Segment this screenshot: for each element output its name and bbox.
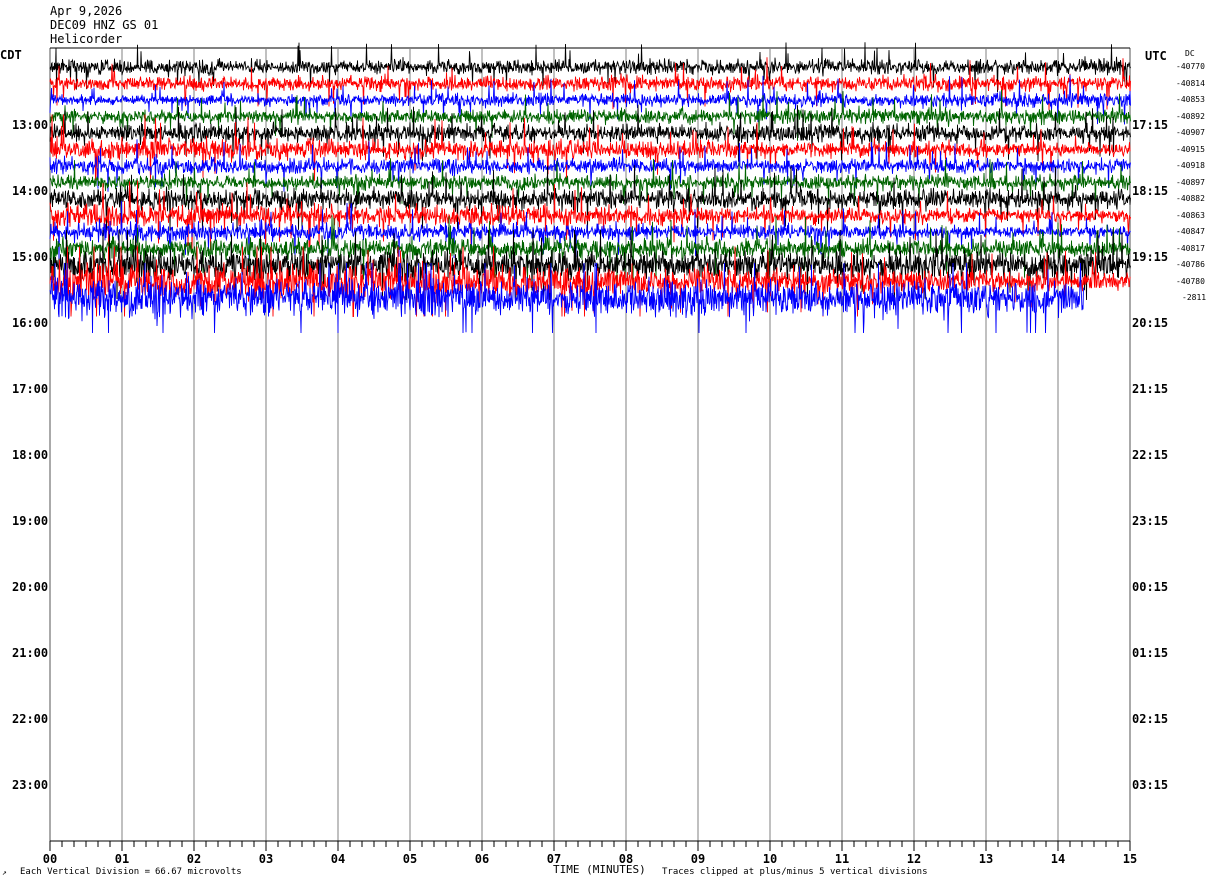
dc-offset-label: -40907 [1176, 128, 1205, 137]
x-tick-label: 06 [475, 852, 489, 866]
x-tick-label: 14 [1051, 852, 1065, 866]
seismic-traces [49, 42, 1131, 334]
x-tick-label: 13 [979, 852, 993, 866]
x-tick-label: 09 [691, 852, 705, 866]
clip-note: Traces clipped at plus/minus 5 vertical … [662, 867, 928, 877]
left-hour-label: 15:00 [12, 250, 49, 264]
dc-offset-label: -40897 [1176, 177, 1205, 187]
left-hour-label: 17:00 [12, 382, 49, 396]
scale-label: Each Vertical Division = [20, 867, 151, 877]
network-label: Helicorder [50, 32, 123, 46]
right-hour-label: 18:15 [1132, 184, 1169, 198]
left-hour-label: 13:00 [12, 118, 49, 132]
right-hour-label: 22:15 [1132, 448, 1169, 462]
right-hour-label: 21:15 [1132, 382, 1169, 396]
x-tick-label: 02 [187, 852, 201, 866]
dc-offset-label: -40882 [1176, 194, 1205, 203]
right-hour-label: 03:15 [1132, 778, 1169, 792]
left-hour-label: 16:00 [12, 316, 49, 330]
seismic-trace-line [49, 165, 1131, 233]
dc-offset-header: DC [1185, 49, 1195, 58]
left-timezone-label: CDT [0, 48, 22, 62]
dc-offset-label: -40814 [1176, 78, 1205, 88]
scale-icon: ↗ [2, 868, 7, 877]
right-hour-label: 02:15 [1132, 712, 1169, 726]
left-hour-label: 22:00 [12, 712, 49, 726]
dc-offset-label: -40780 [1176, 276, 1205, 286]
left-hour-label: 23:00 [12, 778, 49, 792]
plot-date: Apr 9,2026 [50, 4, 123, 18]
right-hour-label: 19:15 [1132, 250, 1169, 264]
right-hour-label: 23:15 [1132, 514, 1169, 528]
helicorder-plot: 00 01 02 03 04 05 06 07 08 09 10 11 12 13 14 15 [43, 42, 1137, 866]
right-hour-label: 01:15 [1132, 646, 1169, 660]
scale-value: 66.67 microvolts [155, 867, 242, 877]
dc-offset-label: -40770 [1176, 62, 1205, 71]
seismic-trace-line [49, 180, 1131, 251]
dc-offset-label: -40892 [1176, 111, 1205, 121]
left-hour-label: 20:00 [12, 580, 49, 594]
right-hour-label: 00:15 [1132, 580, 1169, 594]
x-tick-label: 12 [907, 852, 921, 866]
x-tick-label: 00 [43, 852, 57, 866]
left-hour-label: 18:00 [12, 448, 49, 462]
dc-offset-label: -40918 [1176, 161, 1205, 170]
dc-offset-label: -40853 [1176, 95, 1205, 104]
x-tick-label: 04 [331, 852, 345, 866]
right-hour-label: 20:15 [1132, 316, 1169, 330]
x-tick-label: 01 [115, 852, 129, 866]
dc-offset-label: -40847 [1176, 227, 1205, 236]
dc-offset-label: -40915 [1176, 144, 1205, 154]
dc-offset-label: -2811 [1182, 293, 1207, 302]
dc-offset-label: -40786 [1176, 260, 1205, 269]
dc-offset-label: -40863 [1176, 210, 1205, 220]
dc-offset-label: -40817 [1176, 243, 1205, 253]
station-label: DEC09 HNZ GS 01 [50, 18, 159, 32]
x-tick-label: 03 [259, 852, 273, 866]
x-axis-title: TIME (MINUTES) [553, 863, 646, 876]
right-hour-label: 17:15 [1132, 118, 1169, 132]
x-tick-label: 10 [763, 852, 777, 866]
left-hour-label: 21:00 [12, 646, 49, 660]
seismic-trace-line [49, 215, 1131, 284]
left-hour-label: 14:00 [12, 184, 49, 198]
x-tick-label: 05 [403, 852, 417, 866]
left-hour-label: 19:00 [12, 514, 49, 528]
x-tick-label: 11 [835, 852, 849, 866]
x-tick-label: 15 [1123, 852, 1137, 866]
right-timezone-label: UTC [1145, 49, 1167, 63]
